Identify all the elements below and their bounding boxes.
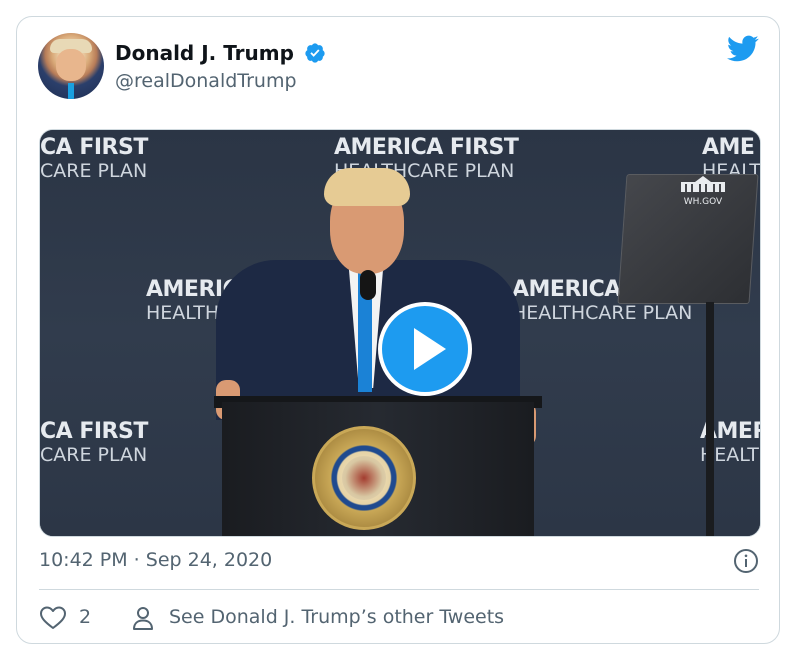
- speaker-hair: [324, 168, 410, 206]
- teleprompter-logo-text: WH.GOV: [683, 197, 723, 207]
- play-icon: [414, 328, 446, 370]
- see-other-tweets-link[interactable]: See Donald J. Trump’s other Tweets: [169, 605, 504, 629]
- avatar-tie: [68, 83, 74, 99]
- like-count[interactable]: 2: [79, 605, 91, 629]
- divider: [39, 589, 759, 590]
- white-house-icon: [681, 176, 725, 192]
- author-handle[interactable]: @realDonaldTrump: [115, 69, 297, 93]
- author-name[interactable]: Donald J. Trump: [115, 41, 294, 65]
- avatar-face: [56, 49, 86, 81]
- author-avatar[interactable]: [38, 33, 104, 99]
- play-button[interactable]: [378, 302, 472, 396]
- backdrop-tile: CA FIRST CARE PLAN: [40, 135, 148, 183]
- info-icon[interactable]: [733, 548, 759, 574]
- person-icon: [133, 607, 153, 630]
- teleprompter-stand: [706, 302, 714, 536]
- heart-icon[interactable]: [39, 605, 67, 631]
- tweet-card: Donald J. Trump @realDonaldTrump CA FIRS…: [16, 16, 780, 644]
- twitter-bird-icon[interactable]: [727, 35, 759, 63]
- microphone: [360, 270, 376, 300]
- video-player[interactable]: CA FIRST CARE PLAN AMERICA FIRST HEALTHC…: [39, 129, 761, 537]
- tweet-timestamp[interactable]: 10:42 PM · Sep 24, 2020: [39, 548, 272, 572]
- teleprompter-logo: WH.GOV: [670, 174, 736, 207]
- verified-badge-icon: [305, 43, 325, 63]
- backdrop-tile: CA FIRST CARE PLAN: [40, 419, 148, 467]
- presidential-seal-center: [342, 456, 386, 500]
